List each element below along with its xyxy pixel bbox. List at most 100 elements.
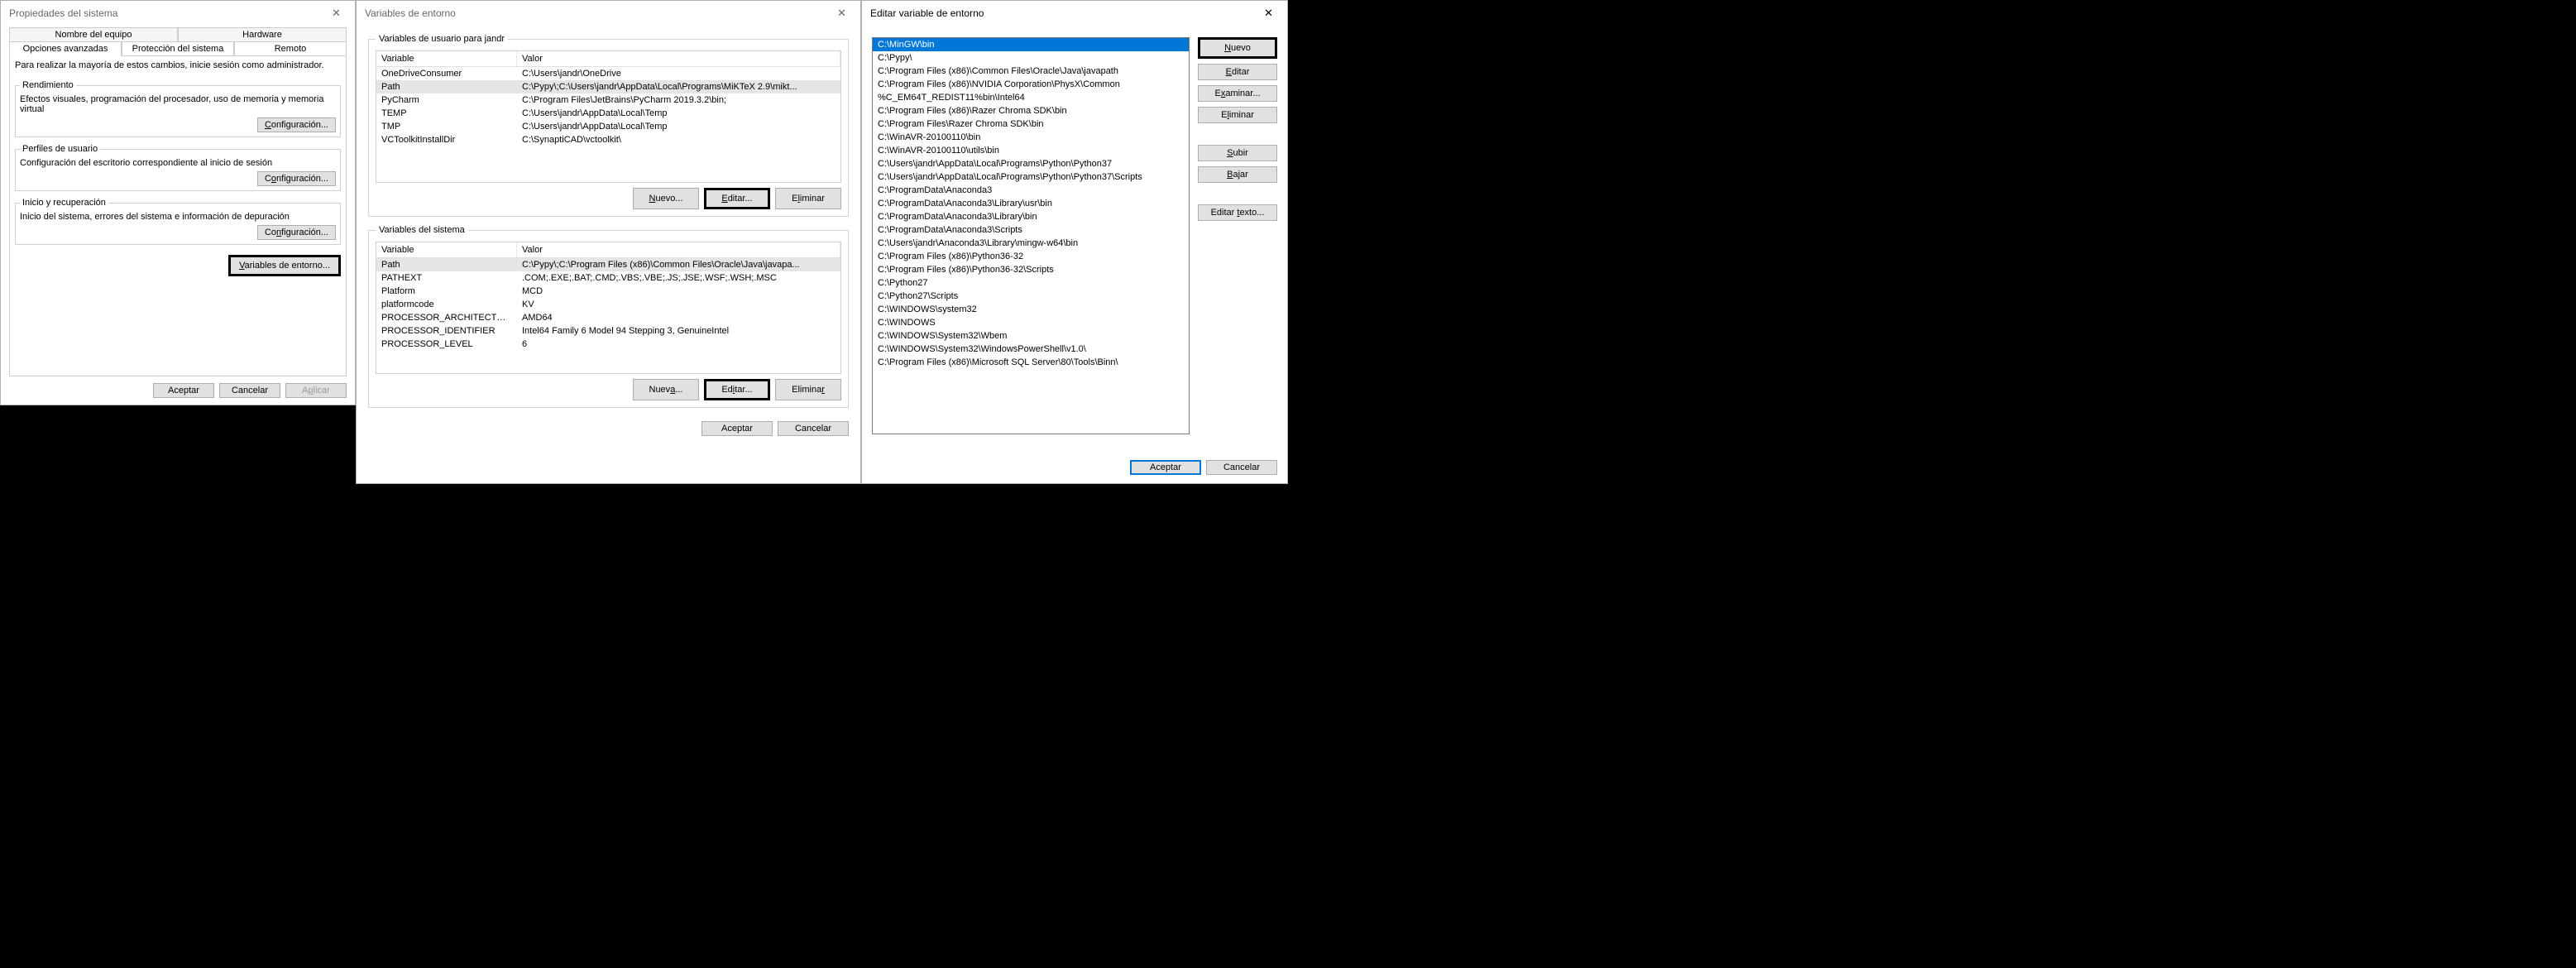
env-vars-dialog: Variables de entorno Variables de usuari… xyxy=(356,0,861,484)
up-button[interactable]: Subir xyxy=(1198,145,1277,161)
sys-edit-button[interactable]: Editar... xyxy=(704,379,770,400)
table-row[interactable]: PathC:\Pypy\;C:\Program Files (x86)\Comm… xyxy=(376,258,840,271)
performance-desc: Efectos visuales, programación del proce… xyxy=(20,94,336,114)
user-vars-group: Variables de usuario para jandr Variable… xyxy=(368,34,849,217)
list-item[interactable]: C:\Users\jandr\AppData\Local\Programs\Py… xyxy=(873,157,1189,170)
close-icon[interactable] xyxy=(823,1,860,26)
list-item[interactable]: C:\Users\jandr\Anaconda3\Library\mingw-w… xyxy=(873,237,1189,250)
down-button[interactable]: Bajar xyxy=(1198,166,1277,183)
env-vars-button[interactable]: Variables de entorno... xyxy=(228,255,341,276)
list-item[interactable]: C:\ProgramData\Anaconda3\Library\bin xyxy=(873,210,1189,223)
titlebar: Editar variable de entorno xyxy=(862,1,1287,26)
cell-value: C:\Pypy\;C:\Users\jandr\AppData\Local\Pr… xyxy=(517,81,840,93)
cell-value: C:\Users\jandr\AppData\Local\Temp xyxy=(517,121,840,132)
table-row[interactable]: TMPC:\Users\jandr\AppData\Local\Temp xyxy=(376,120,840,133)
col-value[interactable]: Valor xyxy=(517,51,840,66)
cell-value: C:\Program Files\JetBrains\PyCharm 2019.… xyxy=(517,94,840,106)
list-item[interactable]: C:\Program Files (x86)\Microsoft SQL Ser… xyxy=(873,356,1189,369)
path-listbox[interactable]: C:\MinGW\binC:\Pypy\C:\Program Files (x8… xyxy=(872,37,1190,434)
table-row[interactable]: PathC:\Pypy\;C:\Users\jandr\AppData\Loca… xyxy=(376,80,840,93)
list-item[interactable]: C:\Users\jandr\AppData\Local\Programs\Py… xyxy=(873,170,1189,184)
new-button[interactable]: Nuevo xyxy=(1198,37,1277,59)
browse-button[interactable]: Examinar... xyxy=(1198,85,1277,102)
cell-variable: PROCESSOR_ARCHITECTURE xyxy=(376,312,517,323)
cell-value: MCD xyxy=(517,285,840,297)
table-row[interactable]: TEMPC:\Users\jandr\AppData\Local\Temp xyxy=(376,107,840,120)
list-item[interactable]: C:\Python27 xyxy=(873,276,1189,290)
table-row[interactable]: PlatformMCD xyxy=(376,285,840,298)
table-row[interactable]: OneDriveConsumerC:\Users\jandr\OneDrive xyxy=(376,67,840,80)
cell-value: C:\SynaptiCAD\vctoolkit\ xyxy=(517,134,840,146)
list-item[interactable]: C:\WINDOWS xyxy=(873,316,1189,329)
performance-config-button[interactable]: Configuración... xyxy=(257,117,336,132)
list-item[interactable]: C:\Program Files (x86)\Python36-32\Scrip… xyxy=(873,263,1189,276)
user-edit-button[interactable]: Editar... xyxy=(704,188,770,209)
close-icon[interactable] xyxy=(318,1,355,26)
table-row[interactable]: VCToolkitInstallDirC:\SynaptiCAD\vctoolk… xyxy=(376,133,840,146)
col-variable[interactable]: Variable xyxy=(376,51,517,66)
col-variable[interactable]: Variable xyxy=(376,242,517,257)
tab-computer-name[interactable]: Nombre del equipo xyxy=(9,27,178,41)
list-item[interactable]: C:\Program Files (x86)\Python36-32 xyxy=(873,250,1189,263)
list-item[interactable]: C:\Program Files\Razer Chroma SDK\bin xyxy=(873,117,1189,131)
table-row[interactable]: PROCESSOR_IDENTIFIERIntel64 Family 6 Mod… xyxy=(376,324,840,338)
delete-button[interactable]: Eliminar xyxy=(1198,107,1277,123)
titlebar: Variables de entorno xyxy=(357,1,860,26)
sys-vars-table[interactable]: Variable Valor PathC:\Pypy\;C:\Program F… xyxy=(376,242,841,374)
list-item[interactable]: C:\WinAVR-20100110\bin xyxy=(873,131,1189,144)
list-item[interactable]: %C_EM64T_REDIST11%bin\Intel64 xyxy=(873,91,1189,104)
list-item[interactable]: C:\WINDOWS\System32\Wbem xyxy=(873,329,1189,343)
list-item[interactable]: C:\Pypy\ xyxy=(873,51,1189,65)
user-vars-legend: Variables de usuario para jandr xyxy=(376,34,508,44)
list-item[interactable]: C:\WINDOWS\system32 xyxy=(873,303,1189,316)
cancel-button[interactable]: Cancelar xyxy=(778,421,849,436)
table-row[interactable]: PyCharmC:\Program Files\JetBrains\PyChar… xyxy=(376,93,840,107)
startup-group: Inicio y recuperación Inicio del sistema… xyxy=(15,198,341,245)
user-delete-button[interactable]: Eliminar xyxy=(775,188,841,209)
list-item[interactable]: C:\Python27\Scripts xyxy=(873,290,1189,303)
table-row[interactable]: PROCESSOR_LEVEL6 xyxy=(376,338,840,351)
sys-new-button[interactable]: Nueva... xyxy=(633,379,699,400)
tab-remote[interactable]: Remoto xyxy=(234,41,347,56)
cell-value: C:\Users\jandr\AppData\Local\Temp xyxy=(517,108,840,119)
user-new-button[interactable]: Nuevo... xyxy=(633,188,699,209)
edit-button[interactable]: Editar xyxy=(1198,64,1277,80)
cell-value: 6 xyxy=(517,338,840,350)
edit-text-button[interactable]: Editar texto... xyxy=(1198,204,1277,221)
sys-vars-group: Variables del sistema Variable Valor Pat… xyxy=(368,225,849,408)
col-value[interactable]: Valor xyxy=(517,242,840,257)
startup-desc: Inicio del sistema, errores del sistema … xyxy=(20,212,336,222)
list-item[interactable]: C:\MinGW\bin xyxy=(873,38,1189,51)
tab-hardware[interactable]: Hardware xyxy=(178,27,347,41)
list-item[interactable]: C:\Program Files (x86)\NVIDIA Corporatio… xyxy=(873,78,1189,91)
cell-value: Intel64 Family 6 Model 94 Stepping 3, Ge… xyxy=(517,325,840,337)
tab-advanced[interactable]: Opciones avanzadas xyxy=(9,41,122,56)
table-row[interactable]: platformcodeKV xyxy=(376,298,840,311)
system-properties-dialog: Propiedades del sistema Nombre del equip… xyxy=(0,0,356,405)
list-item[interactable]: C:\Program Files (x86)\Common Files\Orac… xyxy=(873,65,1189,78)
table-row[interactable]: PATHEXT.COM;.EXE;.BAT;.CMD;.VBS;.VBE;.JS… xyxy=(376,271,840,285)
list-item[interactable]: C:\ProgramData\Anaconda3 xyxy=(873,184,1189,197)
cell-value: C:\Users\jandr\OneDrive xyxy=(517,68,840,79)
close-icon[interactable] xyxy=(1250,1,1287,26)
table-row[interactable]: PROCESSOR_ARCHITECTUREAMD64 xyxy=(376,311,840,324)
ok-button[interactable]: Aceptar xyxy=(701,421,773,436)
cancel-button[interactable]: Cancelar xyxy=(1206,460,1277,475)
cell-variable: PATHEXT xyxy=(376,272,517,284)
profiles-config-button[interactable]: Configuración... xyxy=(257,171,336,186)
apply-button[interactable]: Aplicar xyxy=(285,383,347,398)
sys-delete-button[interactable]: Eliminar xyxy=(775,379,841,400)
list-item[interactable]: C:\ProgramData\Anaconda3\Library\usr\bin xyxy=(873,197,1189,210)
ok-button[interactable]: Aceptar xyxy=(153,383,214,398)
list-item[interactable]: C:\Program Files (x86)\Razer Chroma SDK\… xyxy=(873,104,1189,117)
startup-config-button[interactable]: Configuración... xyxy=(257,225,336,240)
ok-button[interactable]: Aceptar xyxy=(1130,460,1201,475)
profiles-legend: Perfiles de usuario xyxy=(20,144,100,154)
list-item[interactable]: C:\WINDOWS\System32\WindowsPowerShell\v1… xyxy=(873,343,1189,356)
tab-system-protection[interactable]: Protección del sistema xyxy=(122,41,234,56)
list-item[interactable]: C:\ProgramData\Anaconda3\Scripts xyxy=(873,223,1189,237)
user-vars-table[interactable]: Variable Valor OneDriveConsumerC:\Users\… xyxy=(376,50,841,183)
cell-variable: TEMP xyxy=(376,108,517,119)
cancel-button[interactable]: Cancelar xyxy=(219,383,280,398)
list-item[interactable]: C:\WinAVR-20100110\utils\bin xyxy=(873,144,1189,157)
